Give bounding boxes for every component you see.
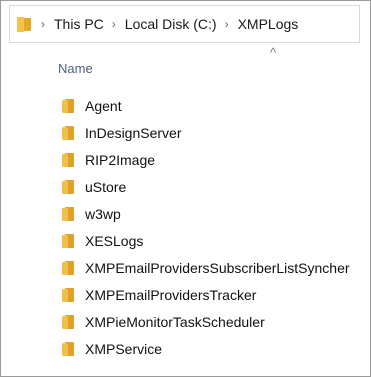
file-name: uStore xyxy=(85,178,127,195)
column-header-name[interactable]: Name xyxy=(58,61,93,76)
chevron-right-icon[interactable]: › xyxy=(112,18,116,30)
breadcrumb-xmplogs[interactable]: XMPLogs xyxy=(238,16,299,32)
list-item[interactable]: XMPEmailProvidersSubscriberListSyncher xyxy=(57,254,362,281)
list-item[interactable]: w3wp xyxy=(57,200,362,227)
list-item[interactable]: XESLogs xyxy=(57,227,362,254)
file-name: w3wp xyxy=(85,205,121,222)
sort-ascending-icon: ^ xyxy=(270,45,277,60)
file-name: InDesignServer xyxy=(85,124,182,141)
list-item[interactable]: XMPEmailProvidersTracker xyxy=(57,281,362,308)
breadcrumb-local-disk[interactable]: Local Disk (C:) xyxy=(125,16,217,32)
file-list: Agent InDesignServer RIP2Image uStore w3… xyxy=(57,92,362,362)
file-name: XMPEmailProvidersTracker xyxy=(85,286,257,303)
file-name: XMPEmailProvidersSubscriberListSyncher xyxy=(85,259,350,276)
list-item[interactable]: XMPieMonitorTaskScheduler xyxy=(57,308,362,335)
file-name: Agent xyxy=(85,97,122,114)
file-name: XMPService xyxy=(85,340,163,357)
folder-icon xyxy=(62,314,78,329)
list-item[interactable]: InDesignServer xyxy=(57,119,362,146)
file-explorer-window: › This PC › Local Disk (C:) › XMPLogs ^ … xyxy=(0,0,371,377)
list-item[interactable]: Agent xyxy=(57,92,362,119)
folder-icon xyxy=(62,98,78,113)
folder-icon xyxy=(62,233,78,248)
folder-icon xyxy=(62,287,78,302)
file-name: RIP2Image xyxy=(85,151,156,168)
list-item[interactable]: uStore xyxy=(57,173,362,200)
chevron-right-icon[interactable]: › xyxy=(41,18,45,30)
folder-icon xyxy=(17,15,33,33)
file-name: XESLogs xyxy=(85,232,144,249)
list-item[interactable]: XMPService xyxy=(57,335,362,362)
folder-icon xyxy=(62,179,78,194)
list-item[interactable]: RIP2Image xyxy=(57,146,362,173)
file-name: XMPieMonitorTaskScheduler xyxy=(85,313,265,330)
chevron-right-icon[interactable]: › xyxy=(225,18,229,30)
folder-icon xyxy=(62,125,78,140)
folder-icon xyxy=(62,152,78,167)
breadcrumb-this-pc[interactable]: This PC xyxy=(54,16,104,32)
address-bar[interactable]: › This PC › Local Disk (C:) › XMPLogs xyxy=(9,5,360,43)
folder-icon xyxy=(62,260,78,275)
folder-icon xyxy=(62,341,78,356)
folder-icon xyxy=(62,206,78,221)
